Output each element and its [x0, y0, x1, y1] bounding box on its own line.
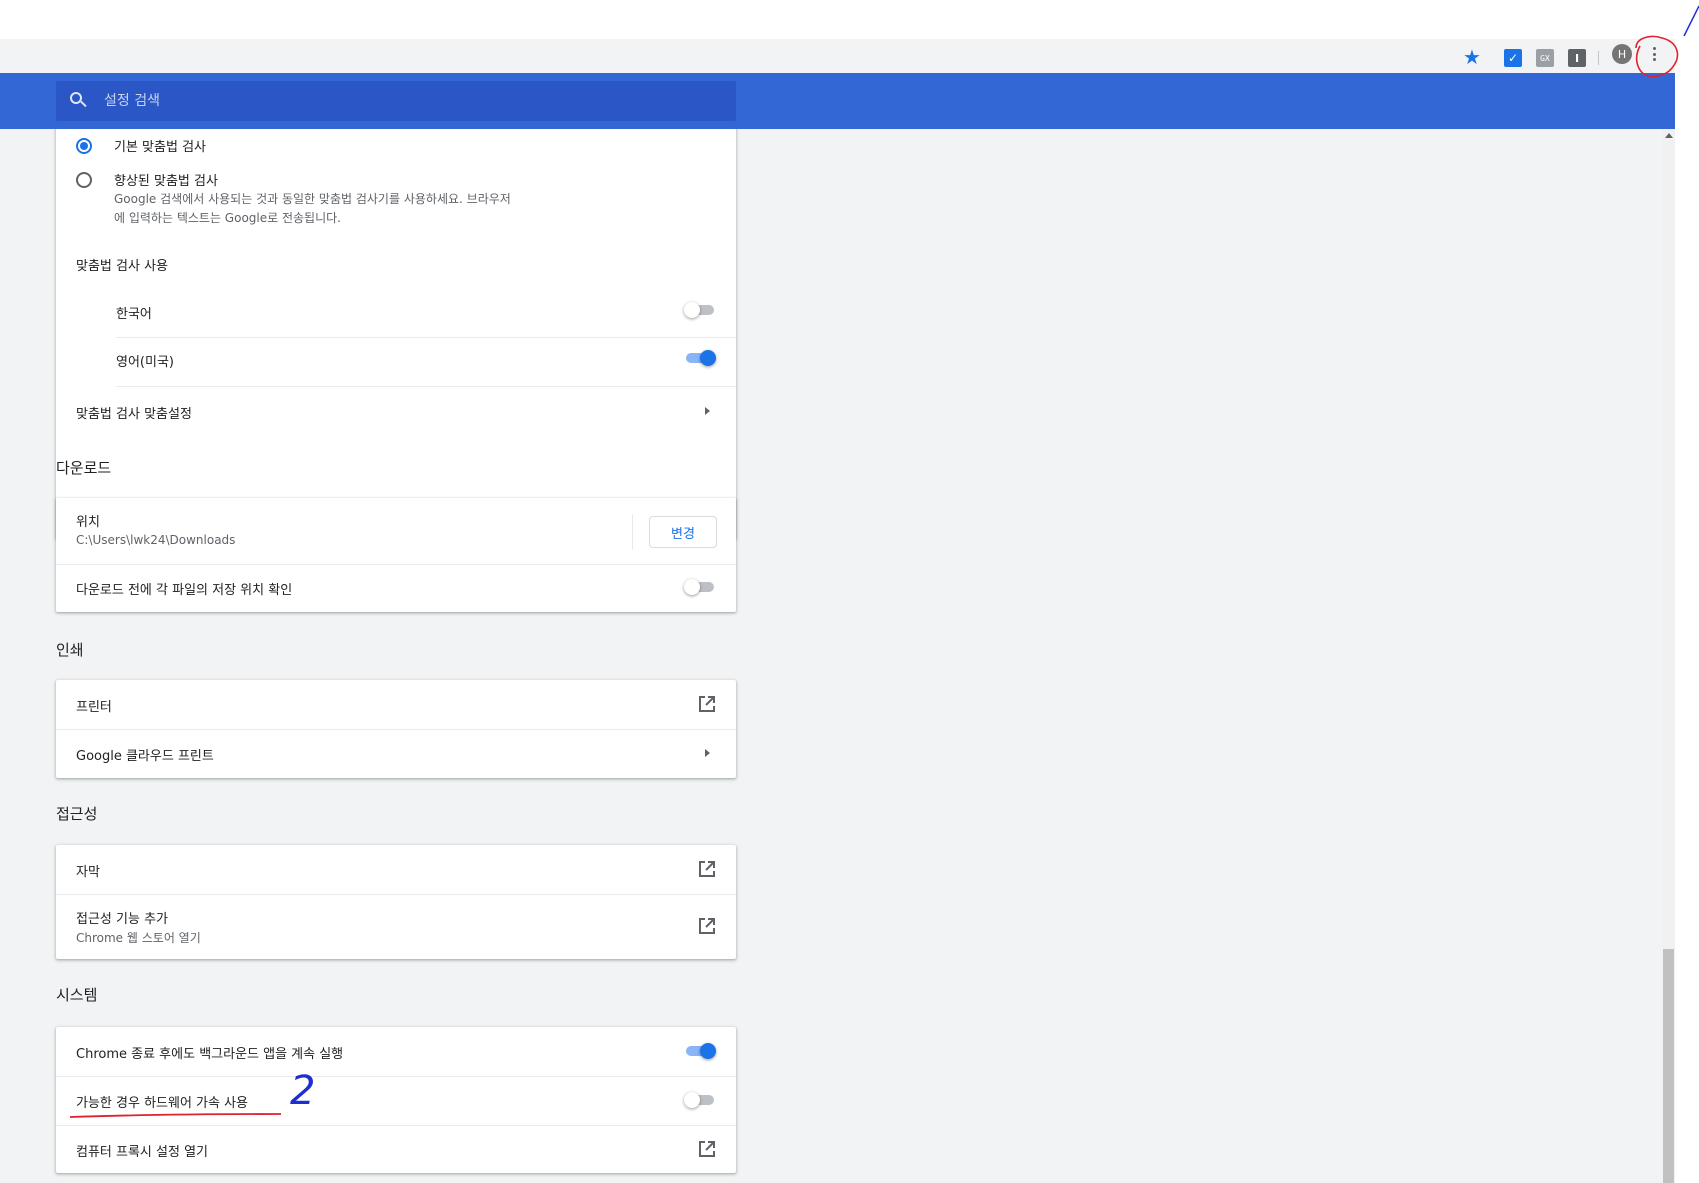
enhanced-spellcheck-label: 향상된 맞춤법 검사 [114, 174, 218, 189]
spellcheck-custom-label: 맞춤법 검사 맞춤설정 [76, 407, 192, 422]
printers-row[interactable]: 프린터 [56, 680, 736, 729]
settings-search-input[interactable] [104, 93, 664, 109]
language-english-label: 영어(미국) [116, 355, 174, 370]
korean-spellcheck-toggle[interactable] [684, 300, 716, 320]
divider [56, 564, 736, 565]
extension-gray-icon[interactable]: GX [1536, 49, 1554, 67]
language-korean-label: 한국어 [116, 307, 152, 322]
browser-toolbar: ★ ✓ GX I [0, 39, 1675, 73]
extension-dark-icon[interactable]: I [1568, 49, 1586, 67]
downloads-section-title: 다운로드 [56, 459, 112, 477]
spellcheck-use-label: 맞춤법 검사 사용 [76, 259, 168, 274]
background-apps-label: Chrome 종료 후에도 백그라운드 앱을 계속 실행 [76, 1047, 344, 1062]
system-section-title: 시스템 [56, 986, 98, 1004]
cloud-print-row[interactable]: Google 클라우드 프린트 [56, 729, 736, 778]
external-link-icon [699, 696, 715, 712]
captions-row[interactable]: 자막 [56, 845, 736, 894]
settings-search-box[interactable] [56, 81, 736, 121]
ask-download-location-label: 다운로드 전에 각 파일의 저장 위치 확인 [76, 583, 293, 598]
english-spellcheck-toggle[interactable] [684, 348, 716, 368]
toolbar-divider [1598, 51, 1599, 65]
proxy-settings-row[interactable]: 컴퓨터 프록시 설정 열기 [56, 1125, 736, 1173]
background-apps-toggle[interactable] [684, 1041, 716, 1061]
add-accessibility-row[interactable]: 접근성 기능 추가 Chrome 웹 스토어 열기 [56, 894, 736, 959]
system-card: Chrome 종료 후에도 백그라운드 앱을 계속 실행 가능한 경우 하드웨어… [56, 1027, 736, 1173]
proxy-settings-label: 컴퓨터 프록시 설정 열기 [76, 1145, 208, 1160]
external-link-icon [699, 918, 715, 934]
download-location-label: 위치 [76, 515, 100, 530]
radio-basic-spellcheck[interactable] [76, 138, 92, 154]
change-location-button[interactable]: 변경 [649, 516, 717, 548]
settings-content: 기본 맞춤법 검사 향상된 맞춤법 검사 Google 검색에서 사용되는 것과… [0, 129, 1662, 1183]
background-apps-row[interactable]: Chrome 종료 후에도 백그라운드 앱을 계속 실행 [56, 1027, 736, 1076]
star-icon[interactable]: ★ [1462, 45, 1482, 69]
ask-download-location-toggle[interactable] [684, 577, 716, 597]
extension-checkbox-icon[interactable]: ✓ [1504, 49, 1522, 67]
printers-label: 프린터 [76, 700, 112, 715]
settings-header [0, 73, 1675, 129]
accessibility-section-title: 접근성 [56, 805, 98, 823]
hardware-acceleration-label: 가능한 경우 하드웨어 가속 사용 [76, 1096, 249, 1111]
scrollbar[interactable] [1662, 129, 1675, 1183]
spellcheck-custom-row[interactable]: 맞춤법 검사 맞춤설정 [56, 387, 736, 437]
download-location-path: C:\Users\lwk24\Downloads [76, 533, 236, 547]
three-dot-vertical-icon[interactable] [1646, 46, 1662, 62]
hardware-acceleration-toggle[interactable] [684, 1090, 716, 1110]
accessibility-card: 자막 접근성 기능 추가 Chrome 웹 스토어 열기 [56, 845, 736, 959]
web-store-sublabel: Chrome 웹 스토어 열기 [76, 931, 201, 945]
enhanced-spellcheck-desc-2: 에 입력하는 텍스트는 Google로 전송됩니다. [114, 211, 341, 225]
divider [632, 514, 633, 550]
downloads-card: 위치 C:\Users\lwk24\Downloads 변경 다운로드 전에 각… [56, 498, 736, 612]
divider [116, 337, 736, 338]
chevron-right-icon [705, 749, 710, 757]
search-icon [70, 92, 88, 110]
hardware-acceleration-row[interactable]: 가능한 경우 하드웨어 가속 사용 [56, 1076, 736, 1125]
scroll-up-arrow-icon[interactable] [1665, 133, 1673, 138]
window-right-edge [1675, 39, 1699, 1183]
scrollbar-thumb[interactable] [1663, 949, 1674, 1183]
external-link-icon [699, 861, 715, 877]
cloud-print-label: Google 클라우드 프린트 [76, 749, 214, 764]
external-link-icon [699, 1141, 715, 1157]
window-top-area [0, 0, 1699, 39]
printing-section-title: 인쇄 [56, 641, 84, 659]
enhanced-spellcheck-desc-1: Google 검색에서 사용되는 것과 동일한 맞춤법 검사기를 사용하세요. … [114, 192, 511, 206]
radio-enhanced-spellcheck[interactable] [76, 172, 92, 188]
add-accessibility-label: 접근성 기능 추가 [76, 912, 168, 927]
chevron-right-icon [705, 407, 710, 415]
captions-label: 자막 [76, 865, 100, 880]
printing-card: 프린터 Google 클라우드 프린트 [56, 680, 736, 778]
basic-spellcheck-label: 기본 맞춤법 검사 [114, 140, 206, 155]
spellcheck-card: 기본 맞춤법 검사 향상된 맞춤법 검사 Google 검색에서 사용되는 것과… [56, 129, 736, 539]
profile-avatar[interactable]: H [1612, 44, 1632, 64]
